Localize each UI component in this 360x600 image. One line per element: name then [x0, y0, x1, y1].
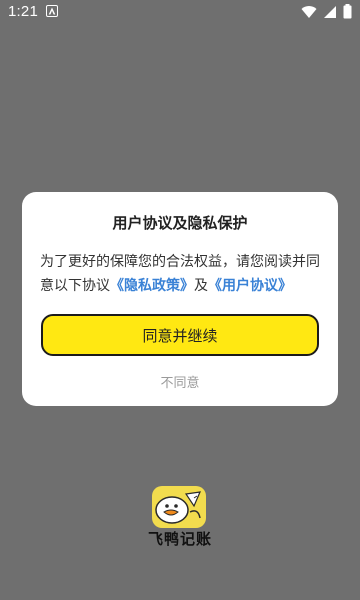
- privacy-policy-link[interactable]: 《隐私政策》: [110, 278, 194, 294]
- dialog-title: 用户协议及隐私保护: [112, 214, 248, 232]
- wifi-icon: [301, 5, 317, 18]
- app-screen: 1:21 用户协议及隐私保护 为了更好的保障您的合法权益，请您阅读并同意以下协议…: [0, 0, 360, 600]
- disagree-button[interactable]: 不同意: [22, 372, 338, 391]
- status-icons: [301, 4, 352, 19]
- notification-a-icon: [46, 5, 58, 17]
- battery-icon: [343, 4, 352, 19]
- dialog-connector-text: 及: [194, 278, 208, 294]
- agree-continue-button[interactable]: 同意并继续: [41, 314, 319, 356]
- duck-logo-icon: [152, 486, 206, 528]
- status-time: 1:21: [8, 3, 38, 20]
- user-agreement-link[interactable]: 《用户协议》: [208, 278, 292, 294]
- dialog-body: 为了更好的保障您的合法权益，请您阅读并同意以下协议《隐私政策》及《用户协议》: [40, 250, 324, 298]
- privacy-dialog: 用户协议及隐私保护 为了更好的保障您的合法权益，请您阅读并同意以下协议《隐私政策…: [22, 192, 338, 406]
- app-name: 飞鸭记账: [147, 530, 212, 548]
- signal-icon: [324, 5, 336, 18]
- status-bar: 1:21: [0, 0, 360, 24]
